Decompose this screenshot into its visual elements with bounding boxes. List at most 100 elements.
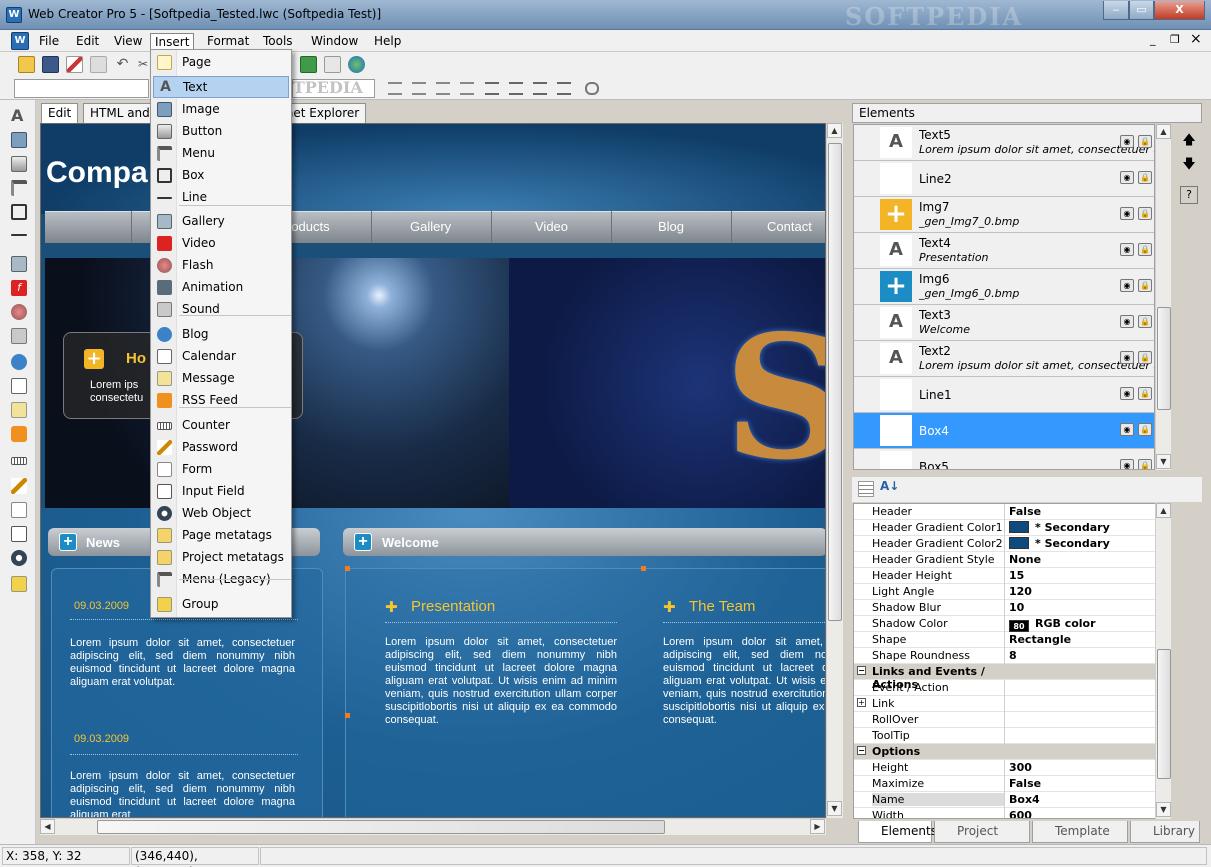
property-row[interactable]: Shadow Blur 10: [854, 600, 1156, 616]
gallery-tool-icon[interactable]: [11, 256, 27, 272]
input-field-tool-icon[interactable]: [11, 526, 27, 542]
insert-menu-item-calendar[interactable]: Calendar: [153, 346, 289, 368]
lock-icon[interactable]: 🔒: [1138, 279, 1152, 292]
visibility-eye-icon[interactable]: ◉: [1120, 171, 1134, 184]
mdi-restore-button[interactable]: ❐: [1170, 33, 1180, 46]
scroll-thumb[interactable]: [1157, 649, 1171, 779]
maximize-button[interactable]: ▭: [1129, 1, 1154, 20]
element-row-box4[interactable]: Box4 ◉ 🔒: [854, 413, 1154, 449]
lock-icon[interactable]: 🔒: [1138, 135, 1152, 148]
close-button[interactable]: X: [1154, 1, 1205, 20]
property-value[interactable]: 10: [1009, 601, 1024, 614]
form-tool-icon[interactable]: [11, 502, 27, 518]
save-icon[interactable]: [42, 56, 59, 73]
move-up-icon[interactable]: 🡅: [1180, 131, 1198, 149]
text-tool-icon[interactable]: A: [11, 108, 27, 124]
welcome-header[interactable]: + Welcome: [343, 528, 825, 556]
presentation-title[interactable]: Presentation: [411, 598, 495, 615]
visibility-eye-icon[interactable]: ◉: [1120, 459, 1134, 469]
web-object-tool-icon[interactable]: [11, 550, 27, 566]
property-value[interactable]: 15: [1009, 569, 1024, 582]
menu-tool-icon[interactable]: [11, 180, 27, 196]
insert-menu-item-menu[interactable]: Menu: [153, 143, 289, 165]
nav-blog[interactable]: Blog: [658, 219, 684, 234]
selection-handle[interactable]: [641, 566, 646, 571]
property-row[interactable]: Shape Rectangle: [854, 632, 1156, 648]
element-row-line2[interactable]: Line2 ◉ 🔒: [854, 161, 1154, 197]
hero-image-logo[interactable]: S: [509, 258, 825, 508]
team-title[interactable]: The Team: [689, 598, 755, 615]
property-row[interactable]: + Link: [854, 696, 1156, 712]
property-row[interactable]: Header Height 15: [854, 568, 1156, 584]
insert-menu-item-web-object[interactable]: Web Object: [153, 503, 289, 525]
visibility-eye-icon[interactable]: ◉: [1120, 315, 1134, 328]
element-row-img7[interactable]: + Img7 _gen_Img7_0.bmp ◉ 🔒: [854, 197, 1154, 233]
menu-window[interactable]: Window: [307, 33, 362, 50]
menu-insert[interactable]: Insert: [150, 33, 195, 50]
collapse-icon[interactable]: −: [857, 746, 866, 755]
insert-menu-item-group[interactable]: Group: [153, 594, 289, 616]
property-value[interactable]: 120: [1009, 585, 1032, 598]
insert-menu-item-box[interactable]: Box: [153, 165, 289, 187]
scroll-thumb[interactable]: [1157, 307, 1171, 410]
property-row[interactable]: Maximize False: [854, 776, 1156, 792]
align-left-icon[interactable]: [485, 82, 499, 95]
visibility-eye-icon[interactable]: ◉: [1120, 243, 1134, 256]
nav-gallery[interactable]: Gallery: [410, 219, 451, 234]
property-value[interactable]: 300: [1009, 761, 1032, 774]
calendar-tool-icon[interactable]: [11, 378, 27, 394]
insert-menu-item-message[interactable]: Message: [153, 368, 289, 390]
button-tool-icon[interactable]: [11, 156, 27, 172]
nav-products[interactable]: roducts: [287, 219, 330, 234]
selection-handle[interactable]: [345, 566, 350, 571]
property-row[interactable]: Name Box4: [854, 792, 1156, 808]
scroll-up-icon[interactable]: ▲: [1156, 503, 1171, 518]
tab-template-colors[interactable]: Template c...: [1032, 821, 1128, 858]
elements-scrollbar[interactable]: ▲ ▼: [1155, 124, 1171, 470]
lock-icon[interactable]: 🔒: [1138, 387, 1152, 400]
insert-menu-item-sound[interactable]: Sound: [153, 299, 289, 321]
lock-icon[interactable]: 🔒: [1138, 243, 1152, 256]
sort-alpha-icon[interactable]: A↓: [880, 479, 899, 493]
document-icon[interactable]: W: [11, 32, 29, 50]
property-category[interactable]: − Links and Events / Actions: [854, 664, 1156, 691]
menu-view[interactable]: View: [110, 33, 146, 50]
insert-menu-item-form[interactable]: Form: [153, 459, 289, 481]
property-row[interactable]: Light Angle 120: [854, 584, 1156, 600]
insert-menu-item-rss-feed[interactable]: RSS Feed: [153, 390, 289, 412]
element-row-line1[interactable]: Line1 ◉ 🔒: [854, 377, 1154, 413]
print-icon[interactable]: [324, 56, 341, 73]
property-row[interactable]: Shadow Color 80 RGB color: [854, 616, 1156, 632]
visibility-eye-icon[interactable]: ◉: [1120, 135, 1134, 148]
insert-menu-item-video[interactable]: Video: [153, 233, 289, 255]
nav-contact[interactable]: Contact: [767, 219, 812, 234]
properties-scrollbar[interactable]: ▲ ▼: [1155, 503, 1171, 819]
property-value[interactable]: False: [1009, 505, 1041, 518]
collapse-icon[interactable]: −: [857, 666, 866, 675]
visibility-eye-icon[interactable]: ◉: [1120, 279, 1134, 292]
group-tool-icon[interactable]: [11, 576, 27, 592]
insert-menu-item-page[interactable]: Page: [153, 52, 289, 74]
bullets-icon[interactable]: [388, 82, 402, 95]
property-row[interactable]: Header Gradient Color1 * Secondary: [854, 520, 1156, 536]
help-icon[interactable]: ?: [1180, 186, 1198, 204]
canvas-horizontal-scrollbar[interactable]: ◀ ▶: [40, 818, 826, 835]
visibility-eye-icon[interactable]: ◉: [1120, 207, 1134, 220]
minimize-button[interactable]: ‒: [1103, 1, 1129, 20]
link-icon[interactable]: [585, 82, 599, 95]
menu-file[interactable]: File: [35, 33, 63, 50]
export-icon[interactable]: [300, 56, 317, 73]
lock-icon[interactable]: 🔒: [1138, 207, 1152, 220]
property-value[interactable]: False: [1009, 777, 1041, 790]
scroll-down-icon[interactable]: ▼: [1156, 454, 1171, 469]
property-row[interactable]: Header Gradient Color2 * Secondary: [854, 536, 1156, 552]
property-value[interactable]: Rectangle: [1009, 633, 1071, 646]
insert-menu-item-flash[interactable]: Flash: [153, 255, 289, 277]
lock-icon[interactable]: 🔒: [1138, 423, 1152, 436]
image-tool-icon[interactable]: [11, 132, 27, 148]
scroll-thumb[interactable]: [828, 143, 842, 621]
insert-menu-item-animation[interactable]: Animation: [153, 277, 289, 299]
edit-pencil-icon[interactable]: [66, 56, 83, 73]
element-row-text2[interactable]: A Text2 Lorem ipsum dolor sit amet, consec…: [854, 341, 1154, 377]
numbering-icon[interactable]: [412, 82, 426, 95]
